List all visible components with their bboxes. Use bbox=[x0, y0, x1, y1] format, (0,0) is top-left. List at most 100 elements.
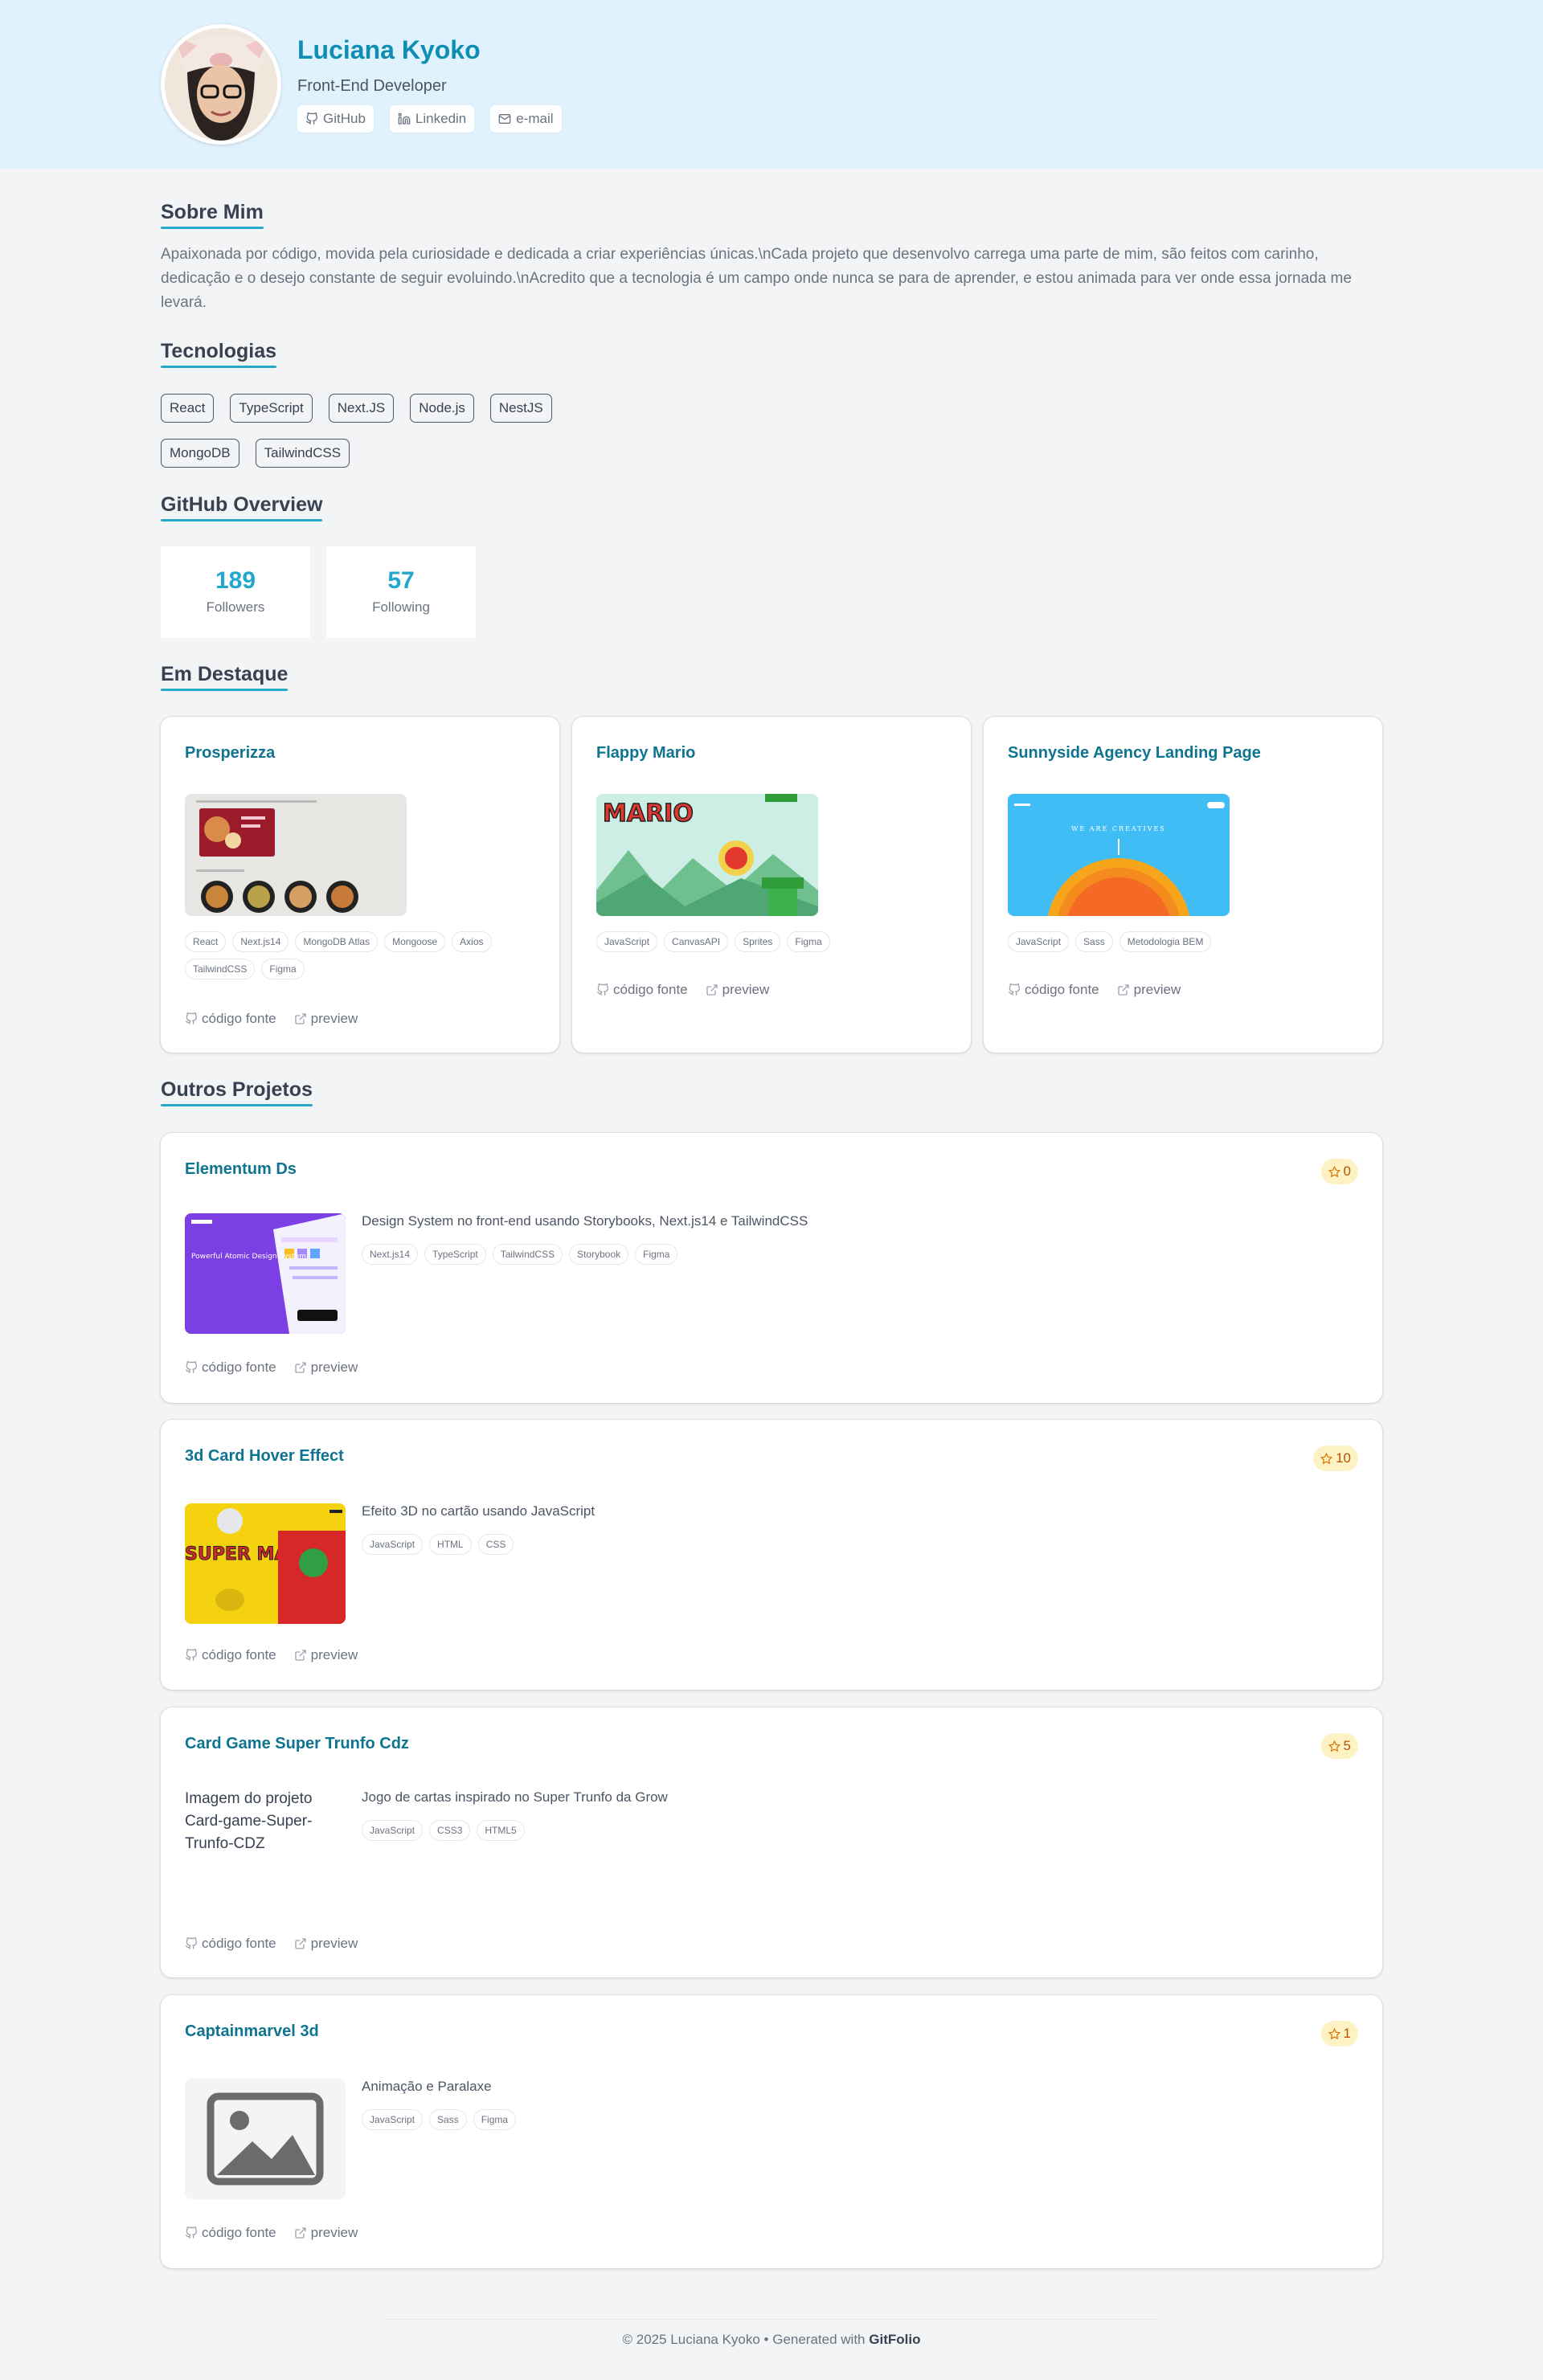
footer-brand-link[interactable]: GitFolio bbox=[869, 2332, 920, 2347]
project-actions: código fonte preview bbox=[185, 2225, 358, 2241]
tech-badge: Next.JS bbox=[328, 394, 395, 423]
preview-label: preview bbox=[310, 1647, 358, 1662]
project-title[interactable]: Elementum Ds bbox=[185, 1160, 297, 1179]
source-code-link[interactable]: código fonte bbox=[185, 1011, 276, 1027]
star-count: 1 bbox=[1343, 2026, 1351, 2041]
tag: TailwindCSS bbox=[185, 959, 256, 979]
project-tags: JavaScript CanvasAPI Sprites Figma bbox=[596, 931, 934, 952]
tech-badge: TypeScript bbox=[230, 394, 313, 423]
project-title[interactable]: Prosperizza bbox=[185, 744, 275, 763]
project-description: Efeito 3D no cartão usando JavaScript bbox=[362, 1503, 596, 1519]
star-badge: 5 bbox=[1320, 1733, 1358, 1759]
source-code-label: código fonte bbox=[202, 1360, 276, 1375]
mail-icon bbox=[498, 114, 511, 124]
source-code-link[interactable]: código fonte bbox=[185, 1360, 276, 1376]
tech-badge: NestJS bbox=[489, 394, 552, 423]
tag: Next.js14 bbox=[362, 1244, 419, 1265]
preview-link[interactable]: preview bbox=[294, 2225, 358, 2241]
project-title[interactable]: 3d Card Hover Effect bbox=[185, 1447, 344, 1466]
source-code-link[interactable]: código fonte bbox=[596, 982, 688, 998]
following-count: 57 bbox=[387, 567, 415, 594]
source-code-link[interactable]: código fonte bbox=[185, 1936, 276, 1952]
project-title[interactable]: Captainmarvel 3d bbox=[185, 2022, 319, 2041]
following-stat: 57 Following bbox=[326, 546, 476, 638]
preview-link[interactable]: preview bbox=[1117, 982, 1181, 998]
external-link-icon bbox=[294, 1938, 306, 1949]
project-actions: código fonte preview bbox=[185, 1647, 358, 1663]
preview-link[interactable]: preview bbox=[294, 1011, 358, 1027]
tag: Metodologia BEM bbox=[1119, 931, 1212, 952]
source-code-label: código fonte bbox=[1025, 982, 1099, 997]
linkedin-link[interactable]: Linkedin bbox=[389, 105, 475, 133]
preview-label: preview bbox=[722, 982, 770, 997]
technologies-row-1: React TypeScript Next.JS Node.js NestJS bbox=[161, 394, 552, 423]
tag: JavaScript bbox=[596, 931, 658, 952]
email-link-label: e-mail bbox=[516, 111, 554, 126]
source-code-link[interactable]: código fonte bbox=[1008, 982, 1099, 998]
tag: Figma bbox=[635, 1244, 678, 1265]
featured-card-sunnyside: Sunnyside Agency Landing Page WE ARE CRE… bbox=[984, 717, 1382, 1053]
featured-title: Em Destaque bbox=[161, 663, 289, 691]
tech-badge: React bbox=[161, 394, 215, 423]
project-thumbnail: WE ARE CREATIVES bbox=[1008, 794, 1230, 916]
preview-label: preview bbox=[1133, 982, 1181, 997]
preview-link[interactable]: preview bbox=[294, 1647, 358, 1663]
project-tags: React Next.js14 MongoDB Atlas Mongoose A… bbox=[185, 931, 522, 979]
tag: Figma bbox=[473, 2109, 517, 2130]
preview-link[interactable]: preview bbox=[294, 1360, 358, 1376]
tag: JavaScript bbox=[1008, 931, 1070, 952]
following-label: Following bbox=[372, 599, 430, 615]
preview-link[interactable]: preview bbox=[294, 1936, 358, 1952]
tag: Mongoose bbox=[384, 931, 446, 952]
tag: Axios bbox=[452, 931, 492, 952]
technologies-row-2: MongoDB TailwindCSS bbox=[161, 439, 350, 468]
project-tags: Next.js14 TypeScript TailwindCSS Storybo… bbox=[362, 1244, 678, 1265]
source-code-link[interactable]: código fonte bbox=[185, 2225, 276, 2241]
about-text: Apaixonada por código, movida pela curio… bbox=[161, 246, 1352, 311]
project-tags: JavaScript Sass Figma bbox=[362, 2109, 517, 2130]
star-count: 0 bbox=[1343, 1163, 1351, 1179]
tag: TailwindCSS bbox=[492, 1244, 563, 1265]
other-projects-title: Outros Projetos bbox=[161, 1078, 313, 1106]
thumb-headline: WE ARE CREATIVES bbox=[1071, 825, 1166, 832]
followers-stat: 189 Followers bbox=[161, 546, 310, 638]
external-link-icon bbox=[294, 2227, 306, 2239]
email-link[interactable]: e-mail bbox=[490, 105, 562, 133]
tag: HTML5 bbox=[477, 1820, 525, 1841]
tag: HTML bbox=[429, 1534, 472, 1555]
star-badge: 0 bbox=[1320, 1159, 1358, 1184]
tag: JavaScript bbox=[362, 2109, 424, 2130]
source-code-label: código fonte bbox=[613, 982, 688, 997]
project-title[interactable]: Card Game Super Trunfo Cdz bbox=[185, 1735, 409, 1753]
github-link[interactable]: GitHub bbox=[297, 105, 374, 133]
preview-link[interactable]: preview bbox=[706, 982, 770, 998]
project-actions: código fonte preview bbox=[185, 1936, 358, 1952]
github-link-label: GitHub bbox=[323, 111, 366, 126]
broken-image-alt: Imagem do projeto Card-game-Super-Trunfo… bbox=[185, 1790, 313, 1852]
project-thumbnail: MARIO bbox=[596, 794, 818, 916]
tag: JavaScript bbox=[362, 1820, 424, 1841]
project-thumbnail: SUPER MARIO bbox=[185, 1503, 346, 1624]
image-placeholder-icon bbox=[185, 2079, 346, 2199]
source-code-link[interactable]: código fonte bbox=[185, 1647, 276, 1663]
tag: MongoDB Atlas bbox=[295, 931, 379, 952]
github-icon bbox=[1009, 983, 1021, 996]
project-title[interactable]: Flappy Mario bbox=[596, 744, 695, 763]
github-icon bbox=[186, 1012, 198, 1024]
star-badge: 1 bbox=[1320, 2021, 1358, 2047]
project-description: Design System no front-end usando Storyb… bbox=[362, 1213, 808, 1229]
technologies-title: Tecnologias bbox=[161, 340, 277, 368]
footer-text: © 2025 Luciana Kyoko • Generated with bbox=[622, 2332, 870, 2347]
project-tags: JavaScript CSS3 HTML5 bbox=[362, 1820, 525, 1841]
star-count: 10 bbox=[1336, 1450, 1351, 1466]
profile-name: Luciana Kyoko bbox=[297, 35, 481, 64]
project-description: Animação e Paralaxe bbox=[362, 2079, 492, 2094]
star-icon bbox=[1328, 1165, 1340, 1177]
project-title[interactable]: Sunnyside Agency Landing Page bbox=[1008, 744, 1261, 763]
tag: CSS3 bbox=[429, 1820, 471, 1841]
preview-label: preview bbox=[310, 1936, 358, 1951]
star-count: 5 bbox=[1343, 1738, 1351, 1753]
profile-role: Front-End Developer bbox=[297, 77, 447, 95]
project-actions: código fonte preview bbox=[596, 982, 769, 998]
source-code-label: código fonte bbox=[202, 1647, 276, 1662]
